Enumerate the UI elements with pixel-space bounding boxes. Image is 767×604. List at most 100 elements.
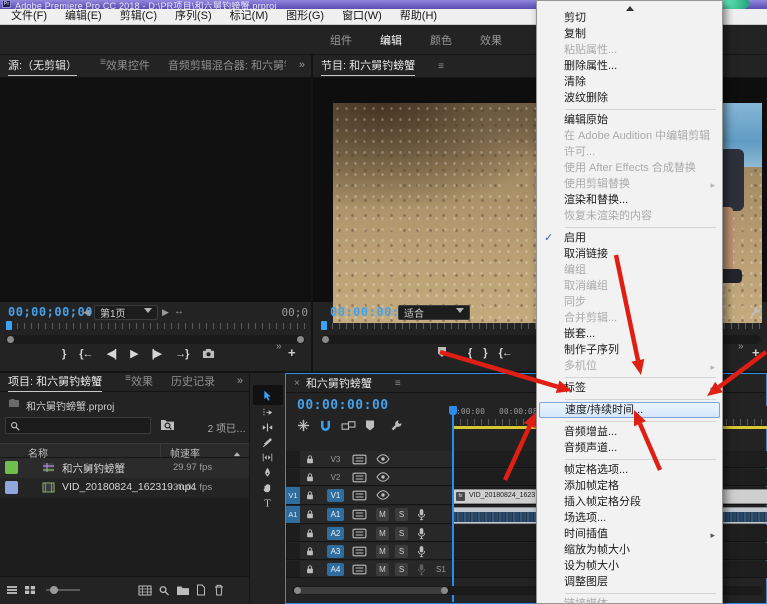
button-overflow-icon[interactable]: »: [276, 341, 282, 352]
menubar-item-2[interactable]: 剪辑(C): [111, 9, 166, 24]
source-patch-a1[interactable]: A1: [286, 506, 300, 523]
workspace-tab-1[interactable]: 编辑: [380, 32, 402, 48]
timeline-playhead[interactable]: [452, 406, 454, 602]
selection-tool[interactable]: [253, 385, 283, 405]
panel-menu-icon[interactable]: ≡: [395, 378, 401, 389]
context-menu-item-label[interactable]: 标签▸: [537, 380, 722, 396]
mute-button[interactable]: M: [376, 563, 389, 576]
context-menu-item-edit-original[interactable]: 编辑原始: [537, 112, 722, 128]
track-lock-icon[interactable]: [305, 490, 315, 501]
voiceover-record-mic-icon[interactable]: [417, 527, 426, 540]
tab-source-1[interactable]: 效果控件: [106, 57, 150, 76]
transport-button-4[interactable]: |▶: [152, 347, 162, 360]
timeline-settings-wrench-icon[interactable]: [390, 419, 403, 432]
mute-button[interactable]: M: [376, 527, 389, 540]
timeline-scrollbar-handle[interactable]: [294, 587, 448, 594]
transport-button-0[interactable]: }: [62, 348, 65, 360]
track-selector-a3[interactable]: A3: [327, 545, 344, 558]
type-tool[interactable]: T: [253, 495, 283, 510]
panel-menu-icon[interactable]: ≡: [438, 61, 444, 72]
track-selector-v1[interactable]: V1: [327, 489, 344, 502]
track-lock-icon[interactable]: [305, 509, 315, 520]
menubar-item-7[interactable]: 帮助(H): [391, 9, 446, 24]
context-menu-item-nest[interactable]: 嵌套...: [537, 326, 722, 342]
mute-button[interactable]: M: [376, 545, 389, 558]
context-menu-item-adjustment-layer[interactable]: 调整图层: [537, 574, 722, 590]
project-file-name[interactable]: 和六舅钓螃蟹.prproj: [26, 398, 226, 413]
track-lock-icon[interactable]: [305, 564, 315, 575]
project-row-1[interactable]: VID_20180824_162319.mp430.01 fps: [0, 478, 249, 498]
context-menu-item-set-to-frame-size[interactable]: 设为帧大小: [537, 558, 722, 574]
tab-source-2[interactable]: 音频剪辑混合器: 和六舅钓螃蟹: [168, 57, 286, 76]
export-frame-icon[interactable]: [202, 347, 215, 360]
track-selector-a4[interactable]: A4: [327, 563, 344, 576]
context-menu-item-frame-hold-options[interactable]: 帧定格选项...: [537, 462, 722, 478]
context-menu-item-add-frame-hold[interactable]: 添加帧定格: [537, 478, 722, 494]
toggle-track-output-eye-icon[interactable]: [376, 490, 390, 500]
razor-tool[interactable]: [253, 435, 283, 450]
automate-to-sequence-icon[interactable]: [138, 585, 152, 596]
toggle-track-output-eye-icon[interactable]: [376, 472, 390, 482]
solo-button[interactable]: S: [395, 563, 408, 576]
playhead-head[interactable]: [449, 406, 457, 415]
add-button-icon[interactable]: +: [752, 345, 760, 360]
solo-button[interactable]: S: [395, 545, 408, 558]
context-menu-item-make-subsequence[interactable]: 制作子序列: [537, 342, 722, 358]
tab-project-2[interactable]: 历史记录: [171, 373, 215, 392]
find-icon[interactable]: [158, 585, 170, 596]
linked-selection-icon[interactable]: [341, 419, 356, 432]
tab-source-0[interactable]: 源:（无剪辑）: [8, 57, 77, 76]
slip-tool[interactable]: [253, 450, 283, 465]
insert-overwrite-icon[interactable]: [297, 419, 310, 432]
context-menu-item-unlink[interactable]: 取消链接: [537, 246, 722, 262]
context-menu-item-audio-channels[interactable]: 音频声道...: [537, 440, 722, 456]
tab-overflow-icon[interactable]: »: [299, 59, 305, 71]
transport-button-2[interactable]: ◀|: [107, 347, 117, 360]
transport-button-2[interactable]: {←: [499, 347, 512, 359]
search-bin-icon[interactable]: [160, 418, 175, 431]
page-next-icon[interactable]: ▶: [162, 307, 169, 318]
timeline-timecode[interactable]: 00:00:00:00: [297, 398, 389, 413]
context-menu-item-ripple-delete[interactable]: 波纹删除: [537, 90, 722, 106]
transport-button-5[interactable]: →}: [175, 348, 188, 360]
zoom-level-dropdown[interactable]: 适合: [398, 305, 470, 320]
label-color-chip[interactable]: [5, 461, 18, 474]
project-row-0[interactable]: 和六舅钓螃蟹29.97 fps: [0, 458, 249, 478]
track-selector-v2[interactable]: V2: [327, 471, 344, 484]
sync-lock-icon[interactable]: [352, 546, 367, 557]
menubar-item-1[interactable]: 编辑(E): [56, 9, 111, 24]
track-lock-icon[interactable]: [305, 454, 315, 465]
tab-project-0[interactable]: 项目: 和六舅钓螃蟹: [8, 373, 102, 392]
context-menu-item-cut[interactable]: 剪切: [537, 10, 722, 26]
context-menu-item-copy[interactable]: 复制: [537, 26, 722, 42]
sync-lock-icon[interactable]: [352, 564, 367, 575]
sync-lock-icon[interactable]: [352, 509, 367, 520]
track-selector-a2[interactable]: A2: [327, 527, 344, 540]
context-menu-item-insert-frame-hold-segment[interactable]: 插入帧定格分段: [537, 494, 722, 510]
trash-icon[interactable]: [214, 584, 224, 596]
solo-button[interactable]: S: [395, 527, 408, 540]
tab-project-1[interactable]: 效果: [131, 373, 153, 392]
fit-marks-icon[interactable]: ↔: [174, 306, 184, 317]
transport-button-1[interactable]: {←: [79, 348, 92, 360]
marker-icon[interactable]: [365, 419, 375, 432]
workspace-tab-2[interactable]: 颜色: [430, 32, 452, 48]
source-patch-empty[interactable]: [286, 451, 300, 467]
snap-magnet-icon[interactable]: [319, 419, 332, 432]
sync-lock-icon[interactable]: [352, 490, 367, 501]
sync-lock-icon[interactable]: [352, 472, 367, 483]
voiceover-record-mic-icon[interactable]: [417, 545, 426, 558]
transport-button-3[interactable]: ▶: [130, 347, 137, 360]
list-view-icon[interactable]: [6, 585, 18, 595]
scrollbar-handle-left[interactable]: [294, 587, 301, 594]
sync-lock-icon[interactable]: [352, 454, 367, 465]
mute-button[interactable]: M: [376, 508, 389, 521]
tab-overflow-icon[interactable]: »: [237, 375, 243, 387]
toggle-track-output-eye-icon[interactable]: [376, 454, 390, 464]
new-bin-icon[interactable]: [176, 585, 190, 596]
close-tab-icon[interactable]: ×: [294, 378, 300, 389]
zoom-slider[interactable]: [46, 589, 80, 591]
workspace-tab-0[interactable]: 组件: [330, 32, 352, 48]
track-lock-icon[interactable]: [305, 472, 315, 483]
scrollbar-handle-left[interactable]: [7, 336, 14, 343]
